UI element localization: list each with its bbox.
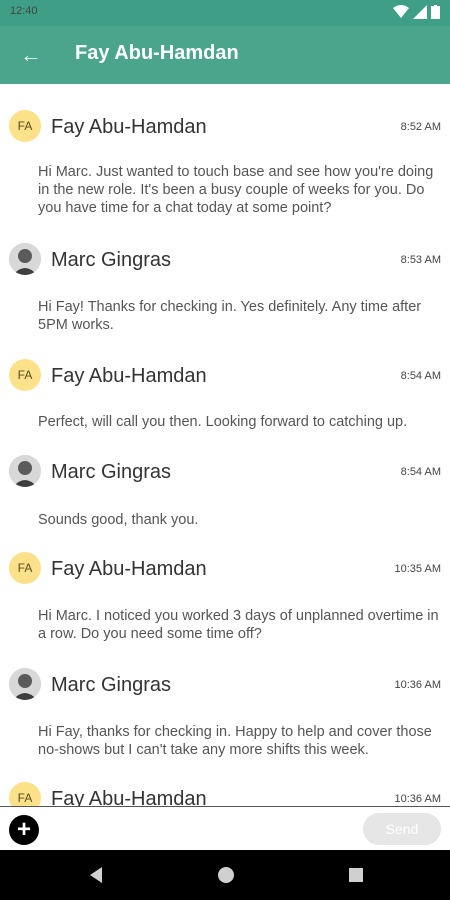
message-list[interactable]: FA Fay Abu-Hamdan 8:52 AM Hi Marc. Just …	[0, 84, 450, 806]
message-text: Sounds good, thank you.	[38, 512, 199, 528]
person-photo-icon	[9, 668, 41, 700]
sender-name: Marc Gingras	[51, 461, 172, 483]
message-text: Hi Fay! Thanks for checking in. Yes defi…	[38, 299, 422, 333]
composer-bar: + Send	[0, 806, 450, 851]
nav-back-icon[interactable]	[86, 865, 106, 885]
back-arrow-icon[interactable]: ←	[16, 40, 46, 70]
sender-name: Marc Gingras	[51, 674, 172, 696]
status-bar: 12:40	[0, 0, 450, 26]
person-photo-icon	[9, 243, 41, 275]
avatar	[9, 243, 41, 275]
avatar-initials: FA	[17, 368, 33, 382]
send-button[interactable]: Send	[363, 813, 441, 845]
status-icons	[393, 5, 440, 19]
avatar-initials: FA	[17, 561, 33, 575]
message-time: 10:36 AM	[394, 679, 441, 691]
avatar: FA	[9, 552, 41, 584]
message-time: 10:36 AM	[394, 793, 441, 805]
avatar: FA	[9, 110, 41, 142]
battery-icon	[431, 5, 440, 19]
avatar-initials: FA	[17, 791, 33, 805]
message-text: Perfect, will call you then. Looking for…	[38, 414, 408, 430]
nav-home-icon[interactable]	[216, 865, 236, 885]
sender-name: Marc Gingras	[51, 249, 172, 271]
app-bar: ← Fay Abu-Hamdan	[0, 26, 450, 84]
wifi-icon	[393, 5, 409, 18]
message-time: 8:53 AM	[400, 254, 441, 266]
message-text: Hi Fay, thanks for checking in. Happy to…	[38, 724, 432, 758]
nav-recent-icon[interactable]	[346, 865, 366, 885]
status-time: 12:40	[10, 5, 38, 17]
avatar-initials: FA	[17, 119, 33, 133]
message-time: 10:35 AM	[394, 563, 441, 575]
sender-name: Fay Abu-Hamdan	[51, 788, 207, 806]
avatar: FA	[9, 359, 41, 391]
sender-name: Fay Abu-Hamdan	[51, 116, 207, 138]
message-text: Hi Marc. I noticed you worked 3 days of …	[38, 608, 439, 642]
message-time: 8:54 AM	[400, 466, 441, 478]
signal-icon	[413, 5, 427, 19]
avatar	[9, 455, 41, 487]
add-icon[interactable]: +	[9, 815, 39, 845]
avatar	[9, 668, 41, 700]
system-nav-bar	[0, 850, 450, 900]
person-photo-icon	[9, 455, 41, 487]
sender-name: Fay Abu-Hamdan	[51, 558, 207, 580]
message-time: 8:54 AM	[400, 370, 441, 382]
sender-name: Fay Abu-Hamdan	[51, 365, 207, 387]
message-time: 8:52 AM	[400, 121, 441, 133]
avatar: FA	[9, 782, 41, 806]
message-text: Hi Marc. Just wanted to touch base and s…	[38, 164, 434, 216]
conversation-title: Fay Abu-Hamdan	[75, 42, 239, 64]
